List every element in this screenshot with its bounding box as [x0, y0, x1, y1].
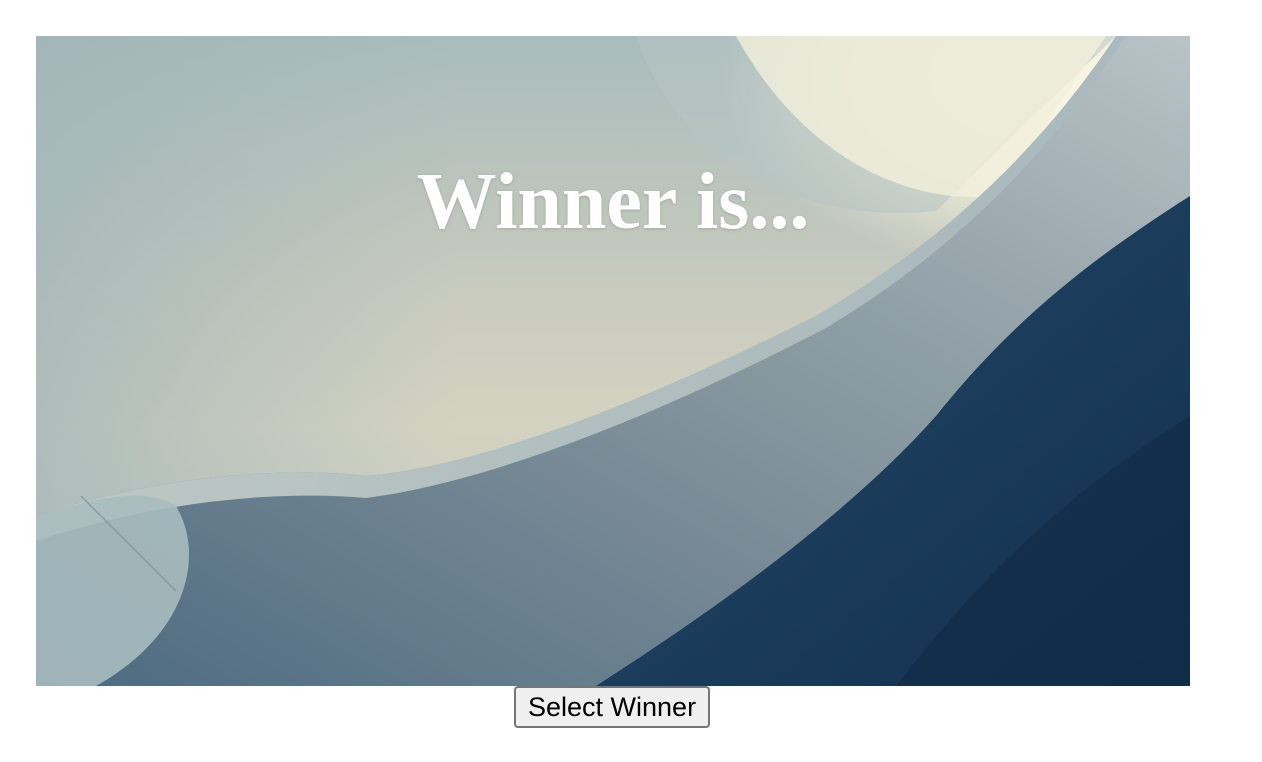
abstract-architecture-background — [36, 36, 1190, 686]
winner-headline: Winner is... — [416, 158, 810, 246]
select-winner-button[interactable]: Select Winner — [514, 686, 711, 728]
page: Winner is... Select Winner — [0, 0, 1262, 762]
hero-banner: Winner is... — [36, 36, 1190, 686]
